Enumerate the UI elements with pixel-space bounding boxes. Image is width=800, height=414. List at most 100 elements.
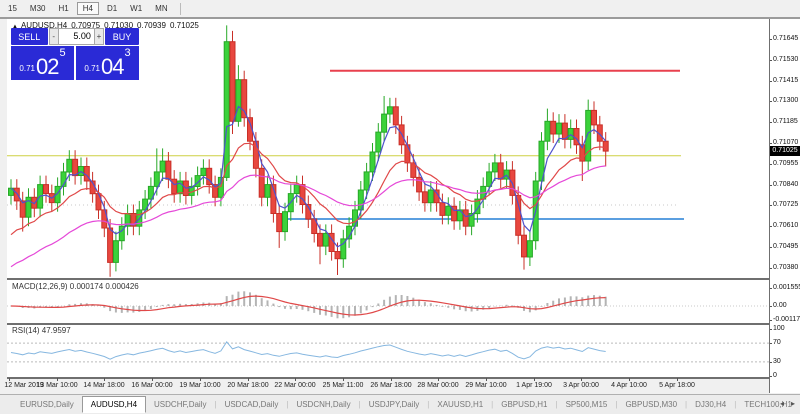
trading-platform-window: 15M30H1H4D1W1MN ▲AUDUSD,H40.709750.71030… xyxy=(0,0,800,414)
time-axis-label: 20 Mar 18:00 xyxy=(225,382,271,389)
rsi-label: RSI(14) 47.9597 xyxy=(12,326,71,335)
price-axis-label: 0.70725 xyxy=(773,201,798,208)
timeframe-buttons: 15M30H1 H4D1W1MN xyxy=(3,2,176,15)
time-tick xyxy=(152,378,153,381)
time-tick xyxy=(486,378,487,381)
timeframe-button-H4[interactable]: H4 xyxy=(77,2,99,15)
ask-prefix: 0.71 xyxy=(84,64,100,73)
time-axis-label: 16 Mar 00:00 xyxy=(129,382,175,389)
rsi-axis-label: 70 xyxy=(773,339,781,346)
price-axis-label: 0.71530 xyxy=(773,56,798,63)
chart-tab-SP500-M15[interactable]: SP500,M15 xyxy=(558,397,616,412)
price-axis-label: 0.71300 xyxy=(773,97,798,104)
time-axis-label: 29 Mar 10:00 xyxy=(463,382,509,389)
ask-price-box[interactable]: 0.71 04 3 xyxy=(76,46,139,80)
time-tick xyxy=(343,378,344,381)
macd-axis-label: 0.001555 xyxy=(773,284,800,291)
price-axis-label: 0.70380 xyxy=(773,264,798,271)
rsi-svg xyxy=(7,324,769,377)
rsi-axis-label: 30 xyxy=(773,358,781,365)
time-axis-label: 22 Mar 00:00 xyxy=(272,382,318,389)
price-axis-label: 0.71415 xyxy=(773,77,798,84)
chart-tab-GBPUSD-H1[interactable]: GBPUSD,H1 xyxy=(493,397,555,412)
pane-separator[interactable] xyxy=(7,323,769,325)
chart-tab-USDCNH-Daily[interactable]: USDCNH,Daily xyxy=(288,397,358,412)
sell-button[interactable]: SELL xyxy=(11,28,48,45)
tab-scroll-right-icon[interactable]: ▸ xyxy=(791,399,795,408)
time-tick xyxy=(200,378,201,381)
bid-main-digits: 02 xyxy=(36,58,58,76)
chart-tab-bar: EURUSD,DailyAUDUSD,H4USDCHF,Daily|USDCAD… xyxy=(0,394,800,414)
chart-tab-GBPUSD-M30[interactable]: GBPUSD,M30 xyxy=(617,397,685,412)
time-axis-label: 26 Mar 18:00 xyxy=(368,382,414,389)
rsi-indicator-pane: RSI(14) 47.9597 xyxy=(7,324,769,377)
volume-increase-button[interactable]: + xyxy=(94,28,104,45)
volume-decrease-button[interactable]: - xyxy=(49,28,59,45)
price-axis-label: 0.70955 xyxy=(773,160,798,167)
time-tick xyxy=(295,378,296,381)
trade-controls-row: SELL - 5.00 + BUY xyxy=(11,28,139,45)
time-axis-label: 14 Mar 18:00 xyxy=(81,382,127,389)
time-axis-label: 4 Apr 10:00 xyxy=(606,382,652,389)
one-click-trade-panel: SELL - 5.00 + BUY 0.71 02 5 0.71 04 3 xyxy=(11,28,139,80)
axis-border-line xyxy=(769,19,770,393)
price-axis-label: 0.70495 xyxy=(773,243,798,250)
bid-pipette: 5 xyxy=(59,48,65,58)
price-axis-label: 0.71185 xyxy=(773,118,798,125)
price-axis-label: 0.71070 xyxy=(773,139,798,146)
macd-axis-label: -0.001176 xyxy=(773,316,800,323)
timeframe-button-W1[interactable]: W1 xyxy=(125,3,147,14)
toolbar-divider xyxy=(180,3,181,15)
buy-button[interactable]: BUY xyxy=(105,28,139,45)
price-axis-label: 0.71645 xyxy=(773,35,798,42)
time-tick xyxy=(581,378,582,381)
chart-tab-EURUSD-Daily[interactable]: EURUSD,Daily xyxy=(12,397,82,412)
time-tick xyxy=(534,378,535,381)
chart-tab-USDCHF-Daily[interactable]: USDCHF,Daily xyxy=(146,397,214,412)
tab-scroll-left-icon[interactable]: ◂ xyxy=(780,399,784,408)
bid-prefix: 0.71 xyxy=(19,64,35,73)
close-value: 0.71025 xyxy=(170,21,199,30)
price-axis-column: 0.71025 0.71645 0.71530 0.71415 0.71300 0.71… xyxy=(770,19,800,393)
time-axis-label: 28 Mar 00:00 xyxy=(415,382,461,389)
chart-tab-USDJPY-Daily[interactable]: USDJPY,Daily xyxy=(361,397,428,412)
time-tick xyxy=(438,378,439,381)
timeframe-toolbar: 15M30H1 H4D1W1MN xyxy=(0,0,800,17)
chart-tab-DJ30-H4[interactable]: DJ30,H4 xyxy=(687,397,734,412)
timeframe-button-15[interactable]: 15 xyxy=(3,3,22,14)
low-value: 0.70939 xyxy=(137,21,166,30)
chart-tab-AUDUSD-H4[interactable]: AUDUSD,H4 xyxy=(82,396,146,413)
time-tick xyxy=(677,378,678,381)
timeframe-button-D1[interactable]: D1 xyxy=(102,3,122,14)
time-tick xyxy=(391,378,392,381)
timeframe-button-M30[interactable]: M30 xyxy=(25,3,51,14)
time-tick xyxy=(9,378,10,381)
time-tick xyxy=(104,378,105,381)
chart-tabs: EURUSD,DailyAUDUSD,H4USDCHF,Daily|USDCAD… xyxy=(12,396,800,413)
time-axis-label: 25 Mar 11:00 xyxy=(320,382,366,389)
macd-indicator-pane: MACD(12,26,9) 0.000174 0.000426 xyxy=(7,280,769,323)
ask-main-digits: 04 xyxy=(101,58,123,76)
time-tick xyxy=(57,378,58,381)
chart-tab-XAUUSD-H1[interactable]: XAUUSD,H1 xyxy=(429,397,491,412)
chart-tab-USDCAD-Daily[interactable]: USDCAD,Daily xyxy=(217,397,287,412)
timeframe-button-H1[interactable]: H1 xyxy=(53,3,73,14)
time-tick xyxy=(248,378,249,381)
rsi-axis-label: 100 xyxy=(773,325,785,332)
bid-price-box[interactable]: 0.71 02 5 xyxy=(11,46,74,80)
quote-row: 0.71 02 5 0.71 04 3 xyxy=(11,46,139,80)
volume-input[interactable]: 5.00 xyxy=(59,28,94,45)
current-price-badge: 0.71025 xyxy=(770,146,800,156)
time-tick xyxy=(629,378,630,381)
time-axis-label: 13 Mar 10:00 xyxy=(34,382,80,389)
time-axis-label: 5 Apr 18:00 xyxy=(654,382,700,389)
time-axis-label: 3 Apr 00:00 xyxy=(558,382,604,389)
pane-separator[interactable] xyxy=(7,278,769,280)
ask-pipette: 3 xyxy=(124,48,130,58)
timeframe-button-MN[interactable]: MN xyxy=(150,3,172,14)
time-axis: 12 Mar 201913 Mar 10:0014 Mar 18:0016 Ma… xyxy=(0,378,800,394)
time-axis-label: 1 Apr 19:00 xyxy=(511,382,557,389)
price-axis-label: 0.70840 xyxy=(773,181,798,188)
macd-label: MACD(12,26,9) 0.000174 0.000426 xyxy=(12,282,139,291)
price-axis-label: 0.70610 xyxy=(773,222,798,229)
